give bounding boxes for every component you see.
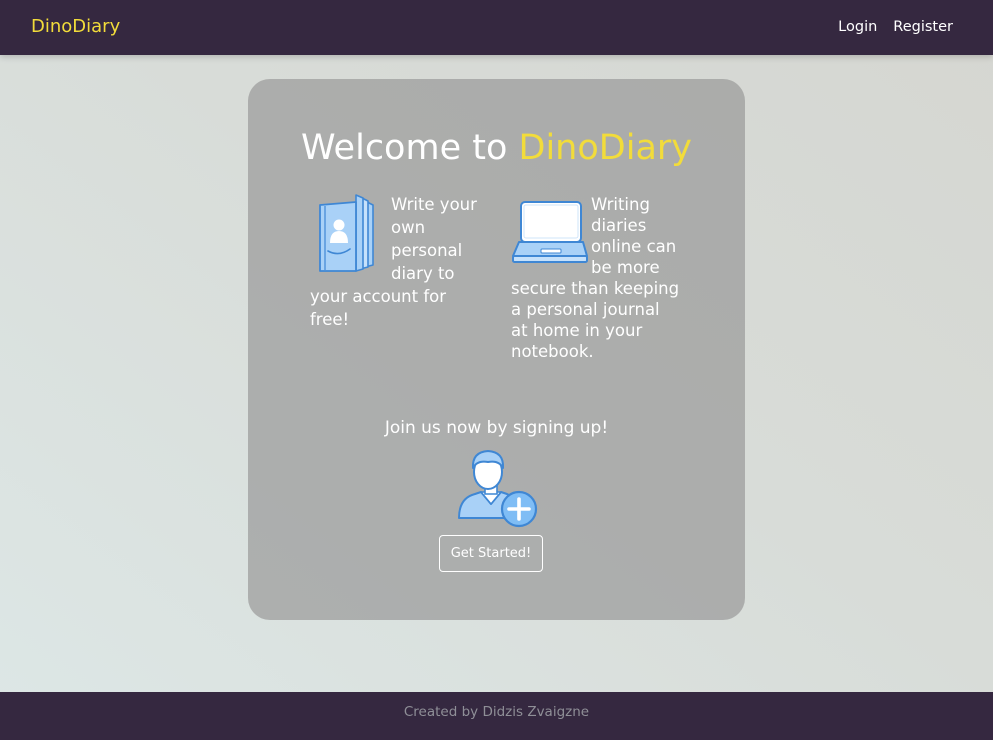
notebook-icon (310, 193, 383, 273)
feature-free-diary: Write your own personal diary to your ac… (310, 193, 490, 331)
add-user-icon (455, 448, 539, 528)
footer-credit: Created by Didzis Zvaigzne (403, 704, 590, 720)
feature-secure-diary: Writing diaries online can be more secur… (511, 194, 681, 362)
title-accent: DinoDiary (518, 128, 693, 168)
title-prefix: Welcome to (301, 128, 519, 168)
nav-links: Login Register (838, 18, 953, 36)
register-link[interactable]: Register (893, 18, 953, 36)
navbar: DinoDiary Login Register (0, 0, 993, 55)
join-prompt: Join us now by signing up! (384, 418, 609, 438)
login-link[interactable]: Login (838, 18, 877, 36)
page-title: Welcome to DinoDiary (0, 126, 993, 170)
get-started-button[interactable]: Get Started! (439, 535, 543, 572)
footer: Created by Didzis Zvaigzne (0, 692, 993, 740)
laptop-icon (511, 194, 589, 272)
brand-link[interactable]: DinoDiary (31, 16, 120, 38)
